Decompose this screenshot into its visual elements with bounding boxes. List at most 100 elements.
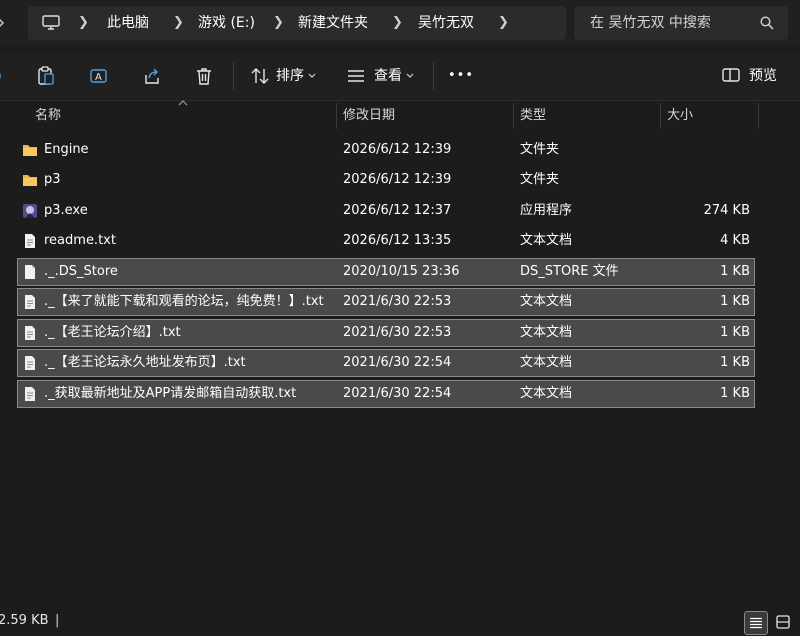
file-name: Engine	[44, 142, 89, 157]
search-input[interactable]: 在 吴竹无双 中搜索	[590, 6, 711, 40]
sort-ascending-icon	[178, 100, 188, 106]
chevron-down-icon	[406, 73, 414, 78]
tiles-view-button[interactable]	[772, 611, 794, 633]
back-arrow-icon[interactable]	[0, 14, 6, 32]
search-box[interactable]: 在 吴竹无双 中搜索	[574, 6, 788, 40]
text-file-icon	[25, 387, 35, 401]
delete-icon[interactable]	[194, 66, 214, 86]
file-type: 文本文档	[520, 386, 573, 401]
file-type: 应用程序	[520, 203, 573, 218]
svg-text:A: A	[95, 72, 102, 83]
file-icon	[25, 265, 35, 279]
paste-icon[interactable]	[36, 66, 56, 86]
file-date: 2021/6/30 22:53	[343, 294, 452, 309]
file-date: 2021/6/30 22:54	[343, 386, 452, 401]
breadcrumb-separator-icon[interactable]: ❯	[392, 6, 403, 40]
file-name: ._.DS_Store	[44, 264, 118, 279]
view-button[interactable]: 查看	[346, 52, 422, 100]
table-row[interactable]: p3 2026/6/12 12:39 文件夹	[18, 167, 754, 193]
text-file-icon	[25, 295, 35, 309]
file-date: 2021/6/30 22:54	[343, 355, 452, 370]
file-type: 文本文档	[520, 355, 573, 370]
breadcrumb-new-folder[interactable]: 新建文件夹	[298, 6, 368, 40]
text-file-icon	[25, 356, 35, 370]
toolbar-divider	[233, 62, 234, 90]
selected-size-text: 2.59 KB	[0, 613, 49, 628]
new-icon[interactable]	[0, 66, 6, 86]
sort-label: 排序	[276, 68, 304, 84]
view-label: 查看	[374, 68, 402, 84]
file-type: 文件夹	[520, 172, 560, 187]
file-size: 274 KB	[703, 203, 750, 218]
column-header-type[interactable]: 类型	[520, 103, 546, 129]
table-row-selected[interactable]: ._【老王论坛介绍】.txt 2021/6/30 22:53 文本文档 1 KB	[17, 319, 755, 347]
file-type: 文件夹	[520, 142, 560, 157]
address-bar[interactable]: ❯ 此电脑 ❯ 游戏 (E:) ❯ 新建文件夹 ❯ 吴竹无双 ❯	[28, 6, 566, 40]
preview-label: 预览	[749, 68, 777, 84]
sort-button[interactable]: 排序	[248, 52, 324, 100]
file-size: 4 KB	[720, 233, 750, 248]
sort-icon	[251, 68, 269, 84]
breadcrumb-separator-icon[interactable]: ❯	[78, 6, 89, 40]
column-header-size[interactable]: 大小	[667, 103, 693, 129]
column-divider[interactable]	[758, 103, 759, 129]
file-date: 2026/6/12 12:39	[343, 172, 452, 187]
preview-pane-icon	[722, 68, 740, 82]
rename-icon[interactable]: A	[89, 66, 109, 86]
file-date: 2026/6/12 13:35	[343, 233, 452, 248]
folder-icon	[23, 145, 37, 156]
title-bar: ❯ 此电脑 ❯ 游戏 (E:) ❯ 新建文件夹 ❯ 吴竹无双 ❯ 在 吴竹无双 …	[0, 0, 800, 46]
computer-icon[interactable]	[42, 15, 60, 31]
file-name: p3	[44, 172, 61, 187]
breadcrumb-separator-icon[interactable]: ❯	[273, 6, 284, 40]
file-size: 1 KB	[720, 355, 750, 370]
table-row-selected[interactable]: ._.DS_Store 2020/10/15 23:36 DS_STORE 文件…	[17, 258, 755, 286]
text-file-icon	[25, 234, 35, 248]
file-size: 1 KB	[720, 294, 750, 309]
file-type: DS_STORE 文件	[520, 264, 619, 279]
table-row-selected[interactable]: ._【老王论坛永久地址发布页】.txt 2021/6/30 22:54 文本文档…	[17, 349, 755, 377]
column-header-name[interactable]: 名称	[35, 103, 61, 129]
file-size: 1 KB	[720, 386, 750, 401]
text-file-icon	[25, 326, 35, 340]
column-divider[interactable]	[660, 103, 661, 129]
exe-icon	[23, 204, 37, 218]
more-options-button[interactable]: •••	[448, 52, 474, 100]
breadcrumb-this-pc[interactable]: 此电脑	[107, 6, 149, 40]
file-type: 文本文档	[520, 325, 573, 340]
share-icon[interactable]	[142, 66, 162, 86]
file-date: 2021/6/30 22:53	[343, 325, 452, 340]
file-name: ._【老王论坛永久地址发布页】.txt	[44, 355, 246, 370]
table-row[interactable]: Engine 2026/6/12 12:39 文件夹	[18, 137, 754, 163]
details-view-icon	[750, 617, 762, 629]
toolbar-divider	[433, 62, 434, 90]
table-row[interactable]: p3.exe 2026/6/12 12:37 应用程序 274 KB	[18, 198, 754, 224]
status-divider: |	[55, 613, 60, 628]
file-name: ._【老王论坛介绍】.txt	[44, 325, 181, 340]
file-size: 1 KB	[720, 264, 750, 279]
tiles-view-icon	[776, 615, 790, 629]
table-row-selected[interactable]: ._【来了就能下载和观看的论坛，纯免费！】.txt 2021/6/30 22:5…	[17, 288, 755, 316]
breadcrumb-drive-e[interactable]: 游戏 (E:)	[198, 6, 255, 40]
chevron-down-icon	[308, 73, 316, 78]
table-row[interactable]: readme.txt 2026/6/12 13:35 文本文档 4 KB	[18, 228, 754, 254]
preview-pane-button[interactable]: 预览	[718, 52, 788, 100]
file-name: ._【来了就能下载和观看的论坛，纯免费！】.txt	[44, 294, 324, 309]
file-type: 文本文档	[520, 233, 573, 248]
status-bar: 2.59 KB |	[0, 606, 800, 636]
column-header-date[interactable]: 修改日期	[343, 103, 395, 129]
search-icon[interactable]	[760, 16, 774, 30]
folder-icon	[23, 175, 37, 186]
breadcrumb-separator-icon[interactable]: ❯	[173, 6, 184, 40]
file-name: ._获取最新地址及APP请发邮箱自动获取.txt	[44, 386, 297, 401]
table-row-selected[interactable]: ._获取最新地址及APP请发邮箱自动获取.txt 2021/6/30 22:54…	[17, 380, 755, 408]
file-name: readme.txt	[44, 233, 116, 248]
column-divider[interactable]	[513, 103, 514, 129]
breadcrumb-separator-icon[interactable]: ❯	[498, 6, 509, 40]
file-size: 1 KB	[720, 325, 750, 340]
file-date: 2020/10/15 23:36	[343, 264, 460, 279]
breadcrumb-current-folder[interactable]: 吴竹无双	[418, 6, 474, 40]
file-name: p3.exe	[44, 203, 88, 218]
details-view-button[interactable]	[744, 611, 768, 635]
column-divider[interactable]	[336, 103, 337, 129]
